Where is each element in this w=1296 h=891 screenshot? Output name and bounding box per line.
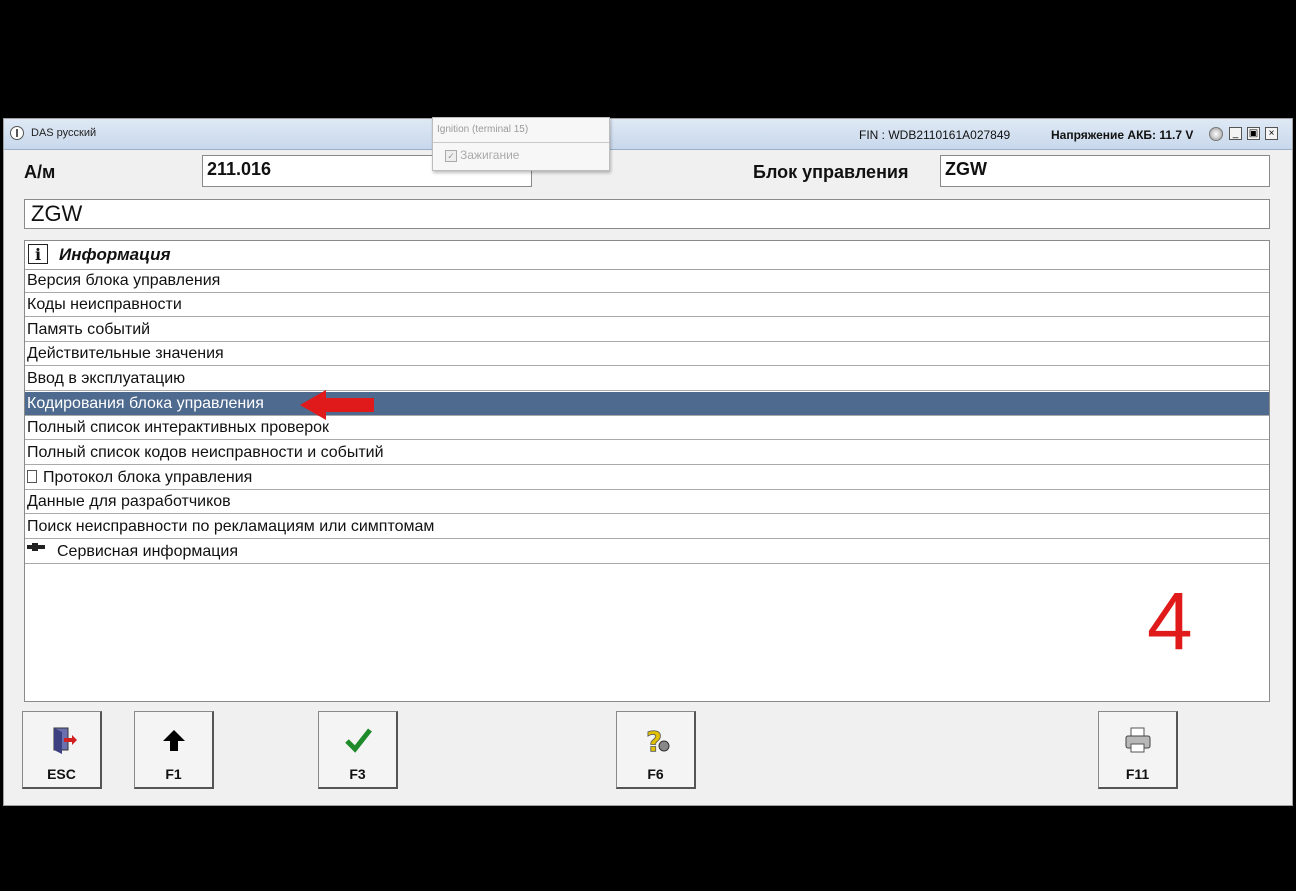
help-question-icon: ? [645,725,669,756]
menu-header: i Информация [25,241,1269,270]
app-icon [10,126,24,140]
menu-item-symptom-search[interactable]: Поиск неисправности по рекламациям или с… [25,515,1269,539]
menu-item-interactive-tests[interactable]: Полный список интерактивных проверок [25,416,1269,440]
esc-button[interactable]: ESC [22,711,102,789]
menu-item-service-info[interactable]: Сервисная информация [25,540,1269,564]
ignition-popup-title: Ignition (terminal 15) [437,124,529,135]
popup-divider [433,142,609,143]
menu-item-all-codes[interactable]: Полный список кодов неисправности и собы… [25,441,1269,465]
battery-status-icon [1209,127,1223,141]
red-arrow-annotation [300,390,374,420]
ecu-name-field: ZGW [24,199,1270,229]
restore-button[interactable]: ▣ [1247,127,1260,140]
f3-button[interactable]: F3 [318,711,398,789]
menu-item-label: Поиск неисправности по рекламациям или с… [27,518,435,535]
minimize-button[interactable]: _ [1229,127,1242,140]
printer-icon [1125,727,1150,753]
menu-item-commissioning[interactable]: Ввод в эксплуатацию [25,367,1269,391]
f1-button[interactable]: F1 [134,711,214,789]
menu-item-label: Полный список интерактивных проверок [27,419,330,436]
menu-item-label: Протокол блока управления [43,469,253,486]
menu-item-fault-codes[interactable]: Коды неисправности [25,293,1269,317]
checkmark-icon [344,728,372,753]
f1-label: F1 [165,766,182,782]
das-window: DAS русский FIN : WDB2110161A027849 Напр… [3,118,1293,806]
menu-item-label: Данные для разработчиков [27,493,231,510]
window-title: DAS русский [31,127,97,139]
step-number-annotation: 4 [1147,576,1193,667]
menu-item-developer-data[interactable]: Данные для разработчиков [25,490,1269,514]
menu-item-label: Память событий [27,321,151,338]
f11-label: F11 [1125,766,1150,782]
title-bar[interactable]: DAS русский FIN : WDB2110161A027849 Напр… [4,119,1292,150]
function-menu-list: i Информация Версия блока управления Код… [24,240,1270,702]
menu-item-label: Версия блока управления [27,272,221,289]
control-unit-field[interactable]: ZGW [940,155,1270,187]
ignition-checkbox-label: Зажигание [460,148,520,162]
menu-item-label: Полный список кодов неисправности и собы… [27,444,384,461]
svg-text:?: ? [646,725,662,756]
menu-header-title: Информация [59,245,171,264]
control-unit-label: Блок управления [753,162,909,182]
vehicle-label: А/м [24,162,56,182]
menu-item-event-memory[interactable]: Память событий [25,318,1269,342]
ignition-popup: Ignition (terminal 15) ✓ Зажигание [432,117,610,171]
up-arrow-icon [162,730,185,751]
menu-item-label: Ввод в эксплуатацию [27,370,186,387]
fin-readout: FIN : WDB2110161A027849 [859,128,1011,142]
f11-button[interactable]: F11 [1098,711,1178,789]
close-button[interactable]: × [1265,127,1278,140]
ignition-checkbox[interactable]: ✓ [445,150,457,162]
menu-item-ecu-coding[interactable]: Кодирования блока управления [25,392,1269,416]
f3-label: F3 [349,766,366,782]
info-icon: i [28,244,48,264]
exit-door-icon [53,727,77,754]
menu-item-actual-values[interactable]: Действительные значения [25,342,1269,366]
battery-voltage-readout: Напряжение АКБ: 11.7 V [1051,128,1194,142]
pointing-hand-icon [27,543,47,553]
menu-item-label: Сервисная информация [57,543,239,560]
menu-item-ecu-version[interactable]: Версия блока управления [25,269,1269,293]
document-icon [27,470,37,483]
f6-label: F6 [647,766,664,782]
f6-button[interactable]: ? F6 [616,711,696,789]
esc-label: ESC [47,766,76,782]
menu-item-label: Коды неисправности [27,296,182,313]
menu-item-label: Кодирования блока управления [27,395,264,412]
menu-item-ecu-protocol[interactable]: Протокол блока управления [25,466,1269,490]
menu-item-label: Действительные значения [27,345,224,362]
